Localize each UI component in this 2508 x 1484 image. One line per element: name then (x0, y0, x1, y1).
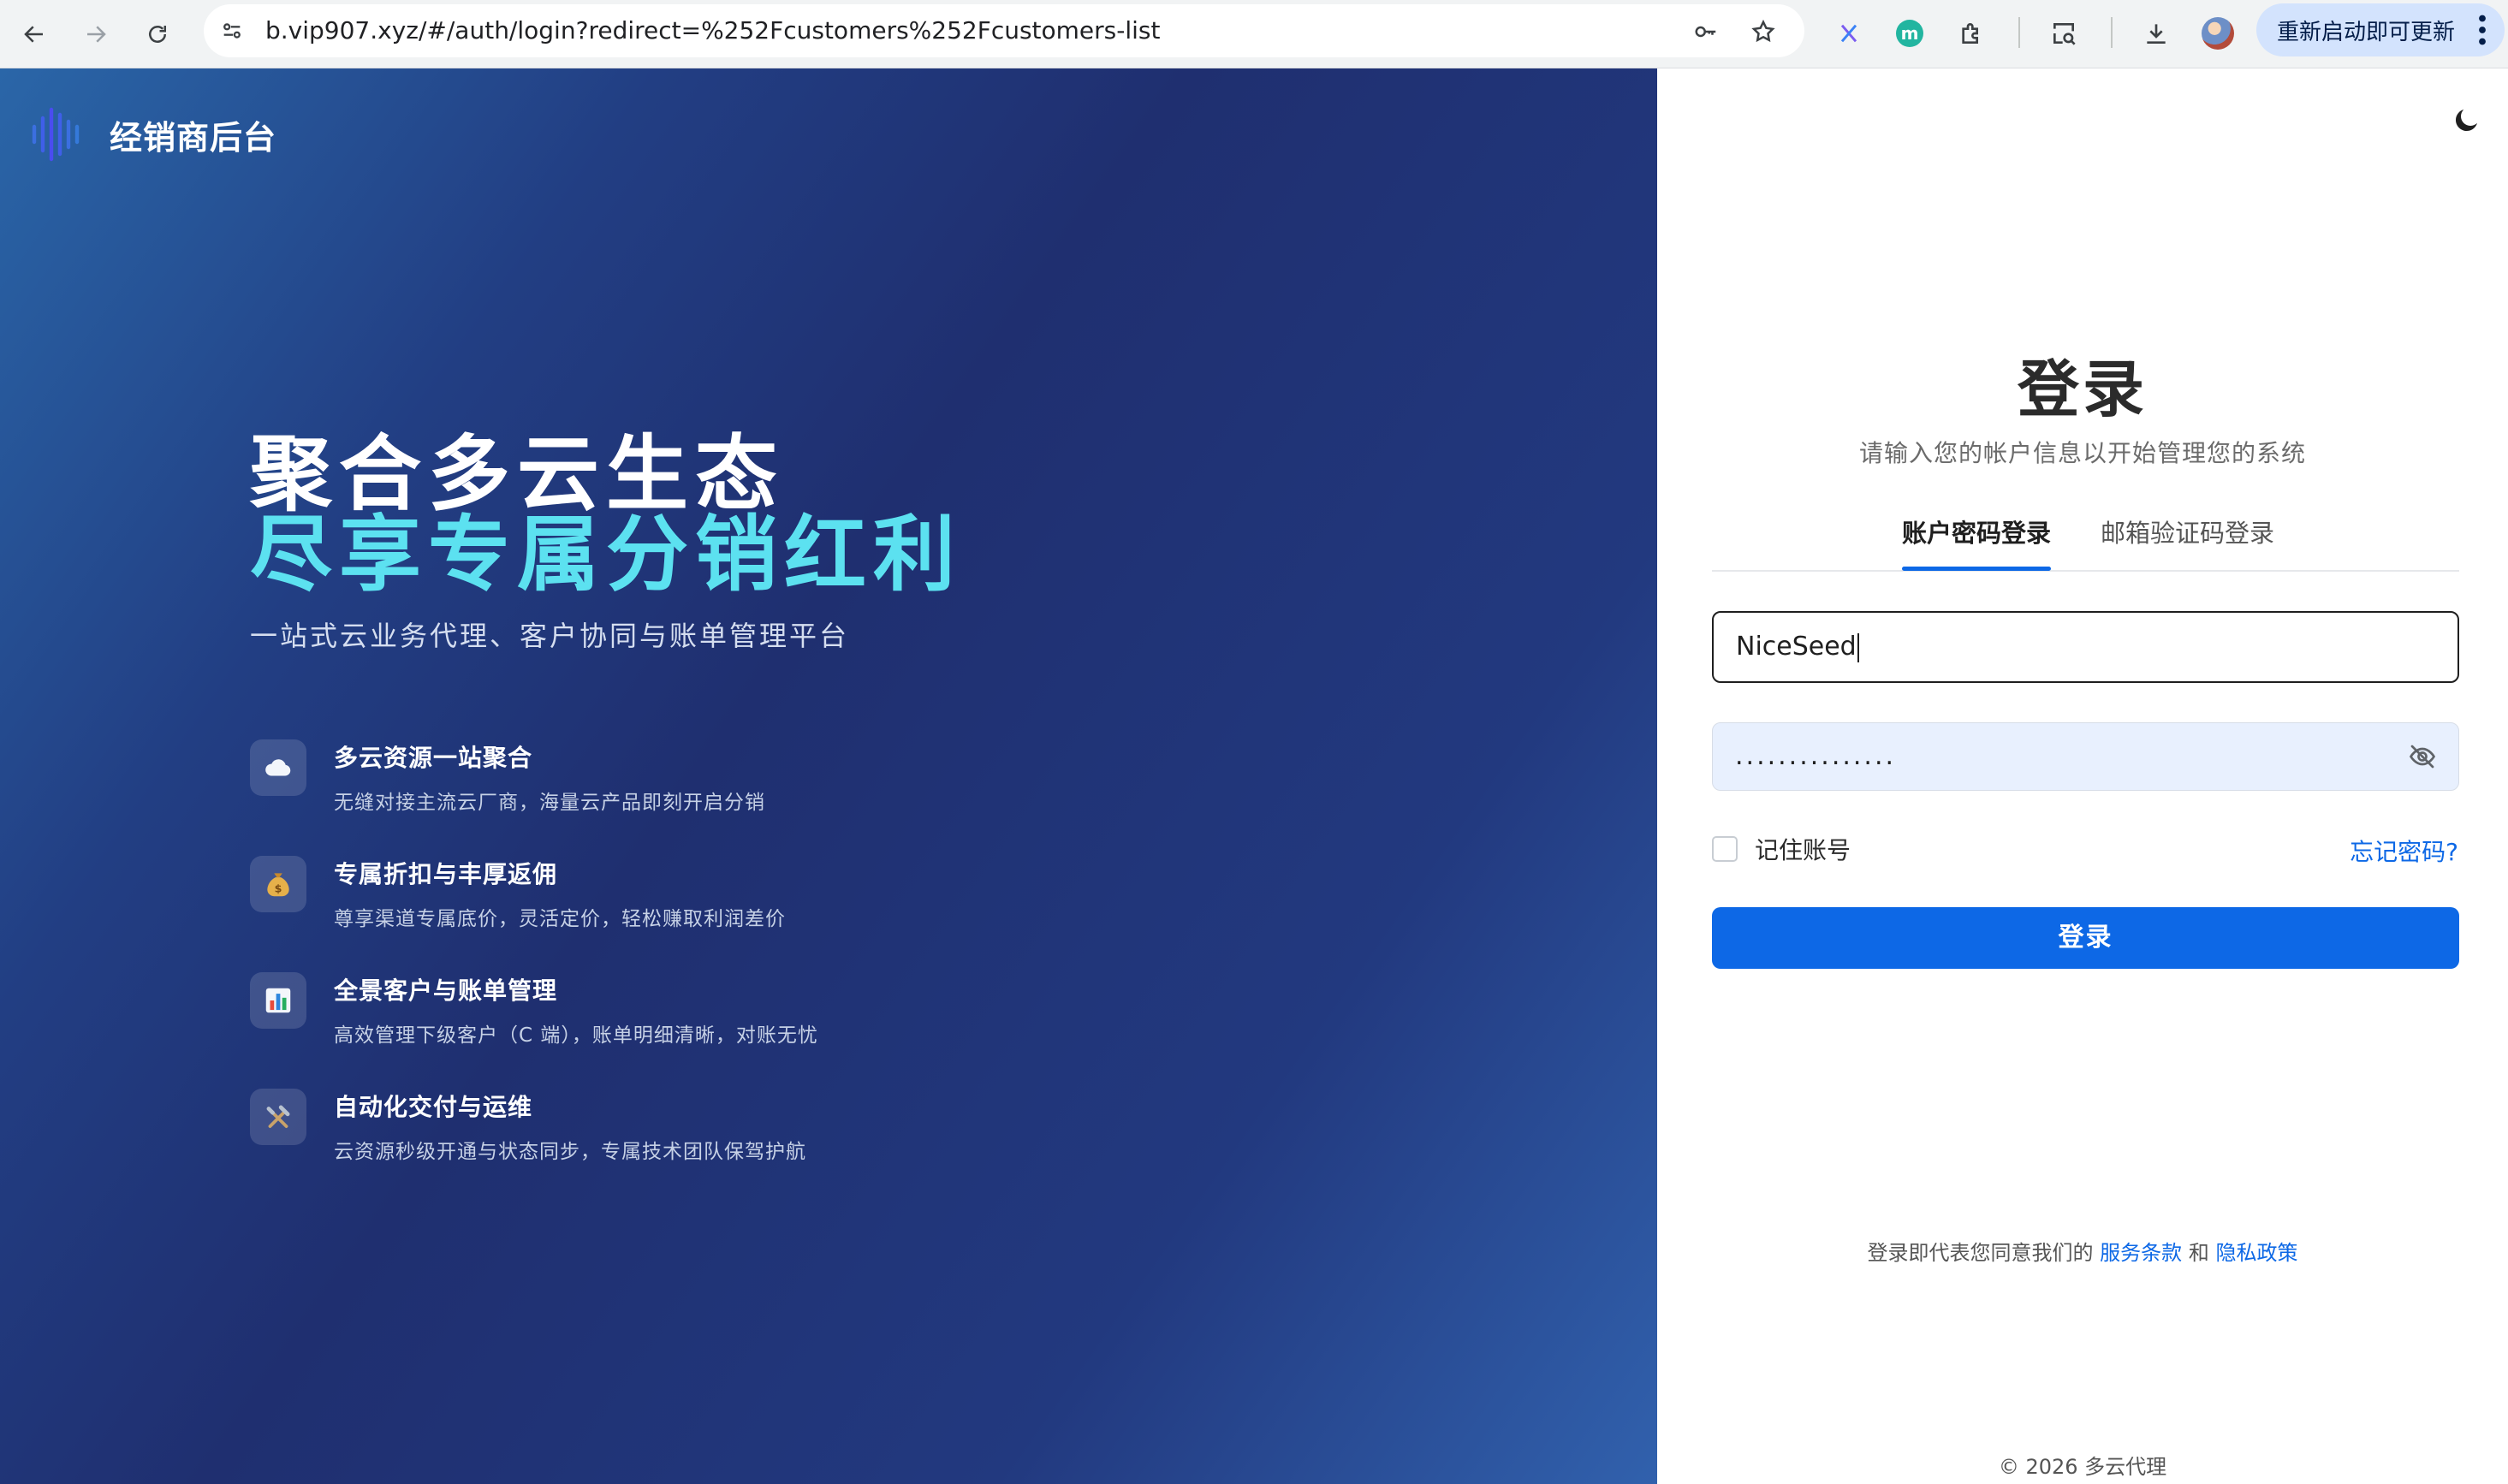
feature-title: 全景客户与账单管理 (334, 976, 558, 1005)
remember-label: 记住账号 (1755, 836, 1851, 864)
feature-title: 多云资源一站聚合 (334, 744, 533, 772)
brand-name: 经销商后台 (110, 118, 277, 157)
feature-icon-box (250, 972, 306, 1029)
dark-mode-moon-icon[interactable] (2452, 104, 2482, 135)
feature-item: $ 专属折扣与丰厚返佣 尊享渠道专属底价，灵活定价，轻松赚取利润差价 (250, 856, 786, 931)
login-button[interactable]: 登录 (1712, 907, 2459, 969)
google-lens-icon[interactable] (2042, 12, 2085, 55)
tab-email-code-login[interactable]: 邮箱验证码登录 (2101, 513, 2274, 549)
terms-link[interactable]: 服务条款 (2100, 1241, 2182, 1265)
reload-button[interactable] (134, 10, 181, 58)
url-text[interactable]: b.vip907.xyz/#/auth/login?redirect=%252F… (265, 4, 1161, 57)
brand: 经销商后台 (29, 104, 276, 164)
bookmark-star-icon[interactable] (1746, 15, 1780, 49)
password-value: ............... (1735, 741, 1897, 771)
feature-title: 专属折扣与丰厚返佣 (334, 860, 558, 888)
feature-icon-box (250, 1089, 306, 1145)
feature-title: 自动化交付与运维 (334, 1093, 533, 1121)
cloud-icon (265, 759, 291, 776)
bar-chart-icon (265, 988, 291, 1013)
feature-desc: 云资源秒级开通与状态同步，专属技术团队保驾护航 (334, 1141, 806, 1163)
feature-desc: 高效管理下级客户（C 端），账单明细清晰，对账无忧 (334, 1024, 818, 1047)
svg-text:$: $ (275, 882, 282, 895)
hero-panel: 经销商后台 聚合多云生态 尽享专属分销红利 一站式云业务代理、客户协同与账单管理… (0, 68, 1657, 1484)
browser-toolbar: b.vip907.xyz/#/auth/login?redirect=%252F… (0, 0, 2508, 68)
toolbar-divider (2111, 17, 2113, 48)
tab-password-login[interactable]: 账户密码登录 (1902, 513, 2052, 571)
feature-desc: 无缝对接主流云厂商，海量云产品即刻开启分销 (334, 792, 765, 814)
agreement-and: 和 (2188, 1241, 2209, 1265)
password-input[interactable]: ............... (1712, 722, 2459, 791)
username-input[interactable]: NiceSeed (1712, 611, 2459, 683)
address-bar[interactable]: b.vip907.xyz/#/auth/login?redirect=%252F… (204, 4, 1804, 57)
extensions-puzzle-icon[interactable] (1950, 12, 1993, 55)
arrow-right-icon (87, 26, 106, 43)
reload-icon (149, 26, 166, 43)
toolbar-divider (2018, 17, 2020, 48)
eye-off-icon[interactable] (2407, 741, 2438, 772)
remember-checkbox[interactable] (1712, 836, 1738, 862)
money-bag-icon: $ (267, 873, 289, 897)
remember-account[interactable]: 记住账号 (1712, 832, 1851, 866)
login-tabs: 账户密码登录 邮箱验证码登录 (1712, 513, 2459, 572)
key-icon[interactable] (1689, 15, 1723, 49)
site-settings-icon[interactable] (216, 15, 248, 47)
forward-button[interactable] (72, 10, 120, 58)
forgot-password-link[interactable]: 忘记密码? (2350, 834, 2458, 868)
tools-icon (266, 1105, 290, 1128)
profile-avatar[interactable] (2196, 12, 2239, 55)
username-value: NiceSeed (1736, 632, 1857, 662)
login-subtitle: 请输入您的帐户信息以开始管理您的系统 (1858, 439, 2306, 467)
agreement-prefix: 登录即代表您同意我们的 (1867, 1241, 2094, 1265)
hero-headline-line2: 尽享专属分销红利 (250, 507, 962, 603)
arrow-left-icon (24, 26, 43, 43)
feature-item: 多云资源一站聚合 无缝对接主流云厂商，海量云产品即刻开启分销 (250, 739, 765, 815)
feature-desc: 尊享渠道专属底价，灵活定价，轻松赚取利润差价 (334, 908, 786, 930)
feature-icon-box (250, 739, 306, 796)
extension-x-icon[interactable] (1828, 12, 1870, 55)
sound-wave-logo-icon (32, 107, 80, 162)
download-icon[interactable] (2135, 12, 2178, 55)
back-button[interactable] (10, 10, 58, 58)
update-label: 重新启动即可更新 (2277, 19, 2456, 45)
copyright: © 2026 多云代理 (1998, 1455, 2167, 1479)
update-button[interactable]: 重新启动即可更新 (2256, 3, 2505, 56)
agreement-text: 登录即代表您同意我们的 服务条款 和 隐私政策 (1657, 1236, 2508, 1266)
login-title: 登录 (2017, 353, 2148, 425)
feature-item: 自动化交付与运维 云资源秒级开通与状态同步，专属技术团队保驾护航 (250, 1089, 806, 1164)
more-vert-icon[interactable] (2477, 15, 2487, 45)
feature-item: 全景客户与账单管理 高效管理下级客户（C 端），账单明细清晰，对账无忧 (250, 972, 818, 1048)
text-caret (1857, 632, 1859, 662)
feature-icon-box: $ (250, 856, 306, 912)
extension-m-icon[interactable]: m (1888, 12, 1931, 55)
hero-subline: 一站式云业务代理、客户协同与账单管理平台 (250, 620, 850, 652)
privacy-link[interactable]: 隐私政策 (2215, 1241, 2297, 1265)
